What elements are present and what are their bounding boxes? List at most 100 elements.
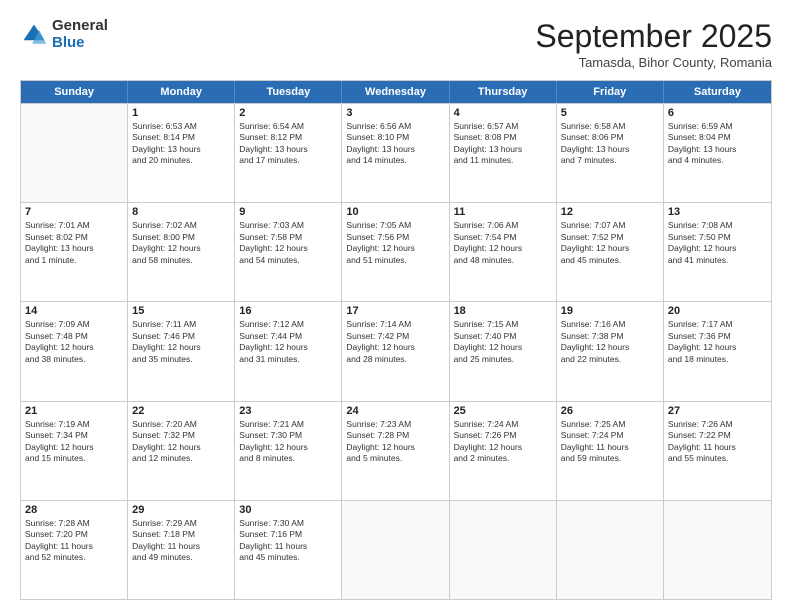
day-number: 23	[239, 405, 337, 417]
day-info: Sunrise: 7:28 AMSunset: 7:20 PMDaylight:…	[25, 518, 123, 564]
day-number: 11	[454, 206, 552, 218]
day-number: 8	[132, 206, 230, 218]
calendar-cell: 19Sunrise: 7:16 AMSunset: 7:38 PMDayligh…	[557, 302, 664, 400]
day-info: Sunrise: 6:58 AMSunset: 8:06 PMDaylight:…	[561, 121, 659, 167]
day-number: 30	[239, 504, 337, 516]
day-number: 12	[561, 206, 659, 218]
calendar-page: General Blue September 2025 Tamasda, Bih…	[0, 0, 792, 612]
calendar-cell: 23 Sunrise: 7:21 AMSunset: 7:30 PMDayligh…	[235, 402, 342, 500]
day-number: 24	[346, 405, 444, 417]
day-info: Sunrise: 7:09 AMSunset: 7:48 PMDaylight:…	[25, 319, 123, 365]
calendar-cell: 13 Sunrise: 7:08 AMSunset: 7:50 PMDayligh…	[664, 203, 771, 301]
weekday-header: Wednesday	[342, 81, 449, 103]
calendar-cell	[450, 501, 557, 599]
calendar-cell: 10 Sunrise: 7:05 AMSunset: 7:56 PMDayligh…	[342, 203, 449, 301]
weekday-header: Sunday	[21, 81, 128, 103]
calendar-row: 21 Sunrise: 7:19 AMSunset: 7:34 PMDayligh…	[21, 401, 771, 500]
logo-text: General Blue	[52, 18, 108, 51]
day-number: 1	[132, 107, 230, 119]
calendar-cell: 18 Sunrise: 7:15 AMSunset: 7:40 PMDayligh…	[450, 302, 557, 400]
calendar-cell: 22Sunrise: 7:20 AMSunset: 7:32 PMDayligh…	[128, 402, 235, 500]
logo-icon	[20, 21, 48, 49]
calendar-cell: 26 Sunrise: 7:25 AMSunset: 7:24 PMDayligh…	[557, 402, 664, 500]
calendar-cell: 30 Sunrise: 7:30 AMSunset: 7:16 PMDayligh…	[235, 501, 342, 599]
weekday-header: Monday	[128, 81, 235, 103]
day-number: 7	[25, 206, 123, 218]
day-info: Sunrise: 6:54 AMSunset: 8:12 PMDaylight:…	[239, 121, 337, 167]
calendar-cell: 21 Sunrise: 7:19 AMSunset: 7:34 PMDayligh…	[21, 402, 128, 500]
day-number: 26	[561, 405, 659, 417]
month-title: September 2025	[535, 18, 772, 55]
calendar-row: 28 Sunrise: 7:28 AMSunset: 7:20 PMDayligh…	[21, 500, 771, 599]
day-info: Sunrise: 7:25 AMSunset: 7:24 PMDaylight:…	[561, 419, 659, 465]
calendar-cell: 14 Sunrise: 7:09 AMSunset: 7:48 PMDayligh…	[21, 302, 128, 400]
day-number: 3	[346, 107, 444, 119]
calendar-cell	[664, 501, 771, 599]
calendar-cell: 12 Sunrise: 7:07 AMSunset: 7:52 PMDayligh…	[557, 203, 664, 301]
logo: General Blue	[20, 18, 108, 51]
day-info: Sunrise: 7:08 AMSunset: 7:50 PMDaylight:…	[668, 220, 767, 266]
day-info: Sunrise: 7:01 AMSunset: 8:02 PMDaylight:…	[25, 220, 123, 266]
day-info: Sunrise: 6:56 AMSunset: 8:10 PMDaylight:…	[346, 121, 444, 167]
calendar-cell: 2Sunrise: 6:54 AMSunset: 8:12 PMDaylight…	[235, 104, 342, 202]
calendar-cell: 27Sunrise: 7:26 AMSunset: 7:22 PMDayligh…	[664, 402, 771, 500]
day-number: 28	[25, 504, 123, 516]
day-info: Sunrise: 7:21 AMSunset: 7:30 PMDaylight:…	[239, 419, 337, 465]
day-number: 13	[668, 206, 767, 218]
calendar-cell: 1 Sunrise: 6:53 AMSunset: 8:14 PMDaylight…	[128, 104, 235, 202]
location-subtitle: Tamasda, Bihor County, Romania	[535, 55, 772, 70]
calendar-cell: 5Sunrise: 6:58 AMSunset: 8:06 PMDaylight…	[557, 104, 664, 202]
calendar-cell: 15Sunrise: 7:11 AMSunset: 7:46 PMDayligh…	[128, 302, 235, 400]
day-info: Sunrise: 7:14 AMSunset: 7:42 PMDaylight:…	[346, 319, 444, 365]
calendar-header: SundayMondayTuesdayWednesdayThursdayFrid…	[21, 81, 771, 103]
day-info: Sunrise: 7:19 AMSunset: 7:34 PMDaylight:…	[25, 419, 123, 465]
day-number: 25	[454, 405, 552, 417]
calendar-cell: 17 Sunrise: 7:14 AMSunset: 7:42 PMDayligh…	[342, 302, 449, 400]
day-info: Sunrise: 7:07 AMSunset: 7:52 PMDaylight:…	[561, 220, 659, 266]
calendar-cell: 11 Sunrise: 7:06 AMSunset: 7:54 PMDayligh…	[450, 203, 557, 301]
calendar-cell: 16Sunrise: 7:12 AMSunset: 7:44 PMDayligh…	[235, 302, 342, 400]
calendar-cell: 7 Sunrise: 7:01 AMSunset: 8:02 PMDaylight…	[21, 203, 128, 301]
weekday-header: Friday	[557, 81, 664, 103]
day-number: 16	[239, 305, 337, 317]
calendar-body: 1 Sunrise: 6:53 AMSunset: 8:14 PMDaylight…	[21, 103, 771, 599]
day-number: 6	[668, 107, 767, 119]
day-number: 15	[132, 305, 230, 317]
weekday-header: Tuesday	[235, 81, 342, 103]
day-number: 18	[454, 305, 552, 317]
logo-blue: Blue	[52, 35, 108, 52]
calendar-row: 14 Sunrise: 7:09 AMSunset: 7:48 PMDayligh…	[21, 301, 771, 400]
calendar-cell: 25 Sunrise: 7:24 AMSunset: 7:26 PMDayligh…	[450, 402, 557, 500]
day-number: 14	[25, 305, 123, 317]
calendar-cell: 28 Sunrise: 7:28 AMSunset: 7:20 PMDayligh…	[21, 501, 128, 599]
calendar-cell: 20 Sunrise: 7:17 AMSunset: 7:36 PMDayligh…	[664, 302, 771, 400]
calendar-cell	[21, 104, 128, 202]
day-number: 4	[454, 107, 552, 119]
title-section: September 2025 Tamasda, Bihor County, Ro…	[535, 18, 772, 70]
day-info: Sunrise: 7:30 AMSunset: 7:16 PMDaylight:…	[239, 518, 337, 564]
calendar-row: 1 Sunrise: 6:53 AMSunset: 8:14 PMDaylight…	[21, 103, 771, 202]
calendar-cell	[342, 501, 449, 599]
day-info: Sunrise: 7:17 AMSunset: 7:36 PMDaylight:…	[668, 319, 767, 365]
day-info: Sunrise: 6:53 AMSunset: 8:14 PMDaylight:…	[132, 121, 230, 167]
page-header: General Blue September 2025 Tamasda, Bih…	[20, 18, 772, 70]
day-number: 9	[239, 206, 337, 218]
calendar-cell: 29Sunrise: 7:29 AMSunset: 7:18 PMDayligh…	[128, 501, 235, 599]
day-info: Sunrise: 7:03 AMSunset: 7:58 PMDaylight:…	[239, 220, 337, 266]
day-info: Sunrise: 7:06 AMSunset: 7:54 PMDaylight:…	[454, 220, 552, 266]
day-number: 10	[346, 206, 444, 218]
logo-general: General	[52, 18, 108, 35]
calendar-cell: 24Sunrise: 7:23 AMSunset: 7:28 PMDayligh…	[342, 402, 449, 500]
calendar-cell: 9 Sunrise: 7:03 AMSunset: 7:58 PMDaylight…	[235, 203, 342, 301]
day-info: Sunrise: 7:05 AMSunset: 7:56 PMDaylight:…	[346, 220, 444, 266]
day-number: 17	[346, 305, 444, 317]
day-info: Sunrise: 7:15 AMSunset: 7:40 PMDaylight:…	[454, 319, 552, 365]
day-info: Sunrise: 7:29 AMSunset: 7:18 PMDaylight:…	[132, 518, 230, 564]
calendar-cell	[557, 501, 664, 599]
day-info: Sunrise: 7:24 AMSunset: 7:26 PMDaylight:…	[454, 419, 552, 465]
day-number: 27	[668, 405, 767, 417]
day-info: Sunrise: 6:57 AMSunset: 8:08 PMDaylight:…	[454, 121, 552, 167]
day-number: 21	[25, 405, 123, 417]
day-info: Sunrise: 7:16 AMSunset: 7:38 PMDaylight:…	[561, 319, 659, 365]
day-number: 20	[668, 305, 767, 317]
